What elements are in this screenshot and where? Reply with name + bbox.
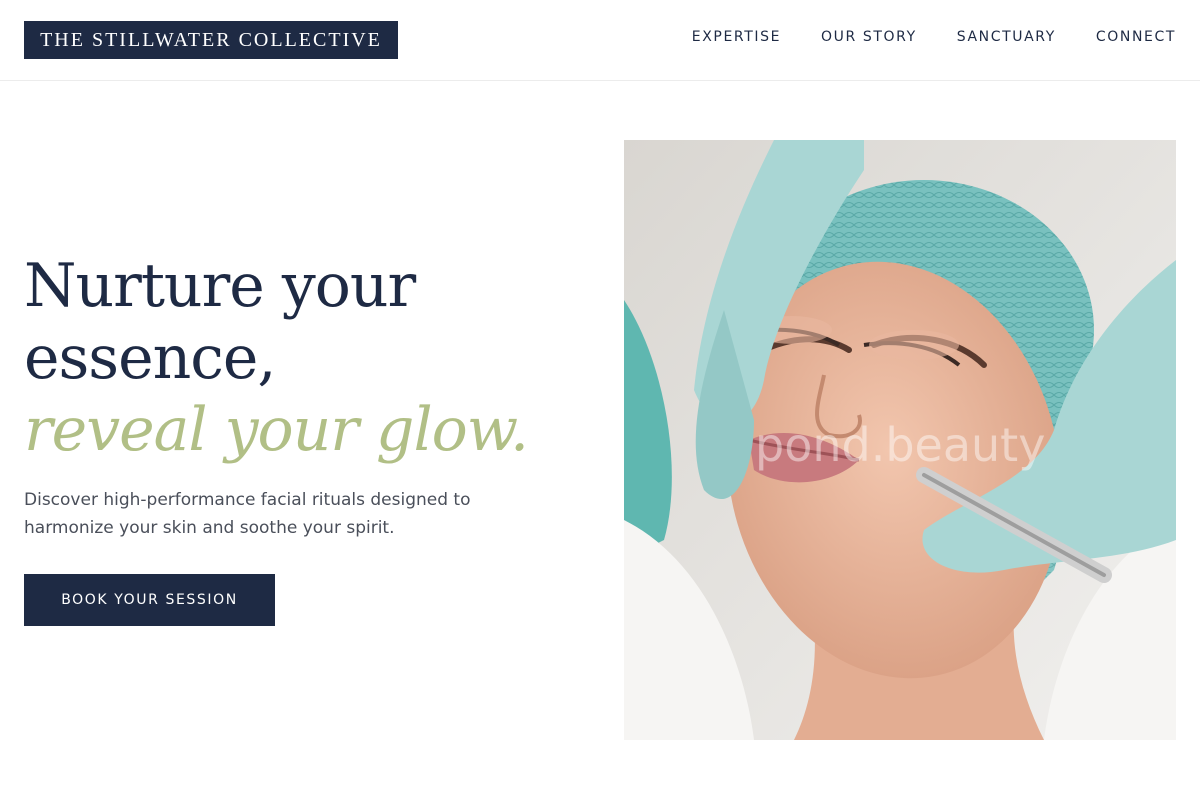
nav-expertise[interactable]: EXPERTISE: [692, 29, 781, 45]
site-header: THE STILLWATER COLLECTIVE EXPERTISE OUR …: [0, 0, 1200, 81]
image-watermark: pond.beauty: [755, 418, 1046, 472]
hero-text: Nurture your essence, reveal your glow. …: [24, 250, 584, 626]
headline-line-1: Nurture your: [24, 251, 416, 321]
nav-connect[interactable]: CONNECT: [1096, 29, 1176, 45]
brand-logo[interactable]: THE STILLWATER COLLECTIVE: [24, 21, 398, 59]
nav-our-story[interactable]: OUR STORY: [821, 29, 917, 45]
hero-subcopy: Discover high-performance facial rituals…: [24, 490, 471, 538]
book-session-button[interactable]: BOOK YOUR SESSION: [24, 574, 275, 626]
main-nav: EXPERTISE OUR STORY SANCTUARY CONNECT: [692, 29, 1176, 45]
headline-accent: reveal your glow.: [24, 395, 529, 465]
nav-sanctuary[interactable]: SANCTUARY: [957, 29, 1056, 45]
hero-headline: Nurture your essence, reveal your glow.: [24, 250, 584, 466]
headline-line-2: essence,: [24, 323, 276, 393]
